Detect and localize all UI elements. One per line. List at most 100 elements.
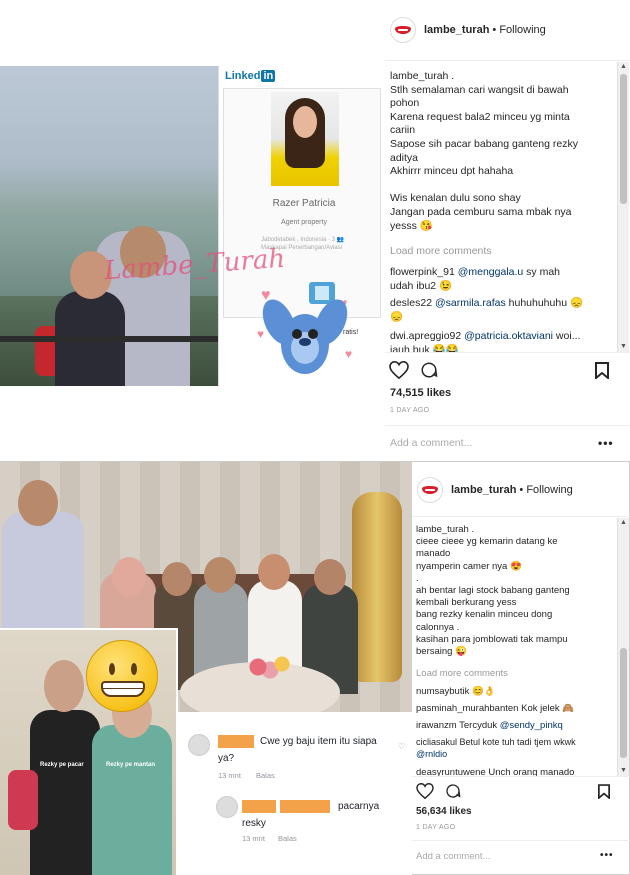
post-2-actions	[416, 783, 462, 799]
comment-bubble-icon[interactable]	[419, 361, 439, 379]
linkedin-profile-screenshot: Linked in Razer Patricia Agent property J…	[218, 66, 388, 386]
actions-divider	[412, 776, 630, 777]
comment-mention[interactable]: @patricia.oktaviani	[464, 330, 553, 342]
actions-divider	[385, 352, 630, 353]
svg-text:ratis!: ratis!	[343, 329, 358, 336]
post-1-header: lambe_turah • Following	[390, 17, 546, 43]
comment-user[interactable]: dwi.apreggio92	[390, 330, 461, 342]
stitch-sticker-icon: ♥ ♥ ♥ ♥ ratis!	[257, 282, 358, 374]
grinning-emoji-sticker	[86, 640, 158, 712]
post-1-username[interactable]: lambe_turah	[424, 24, 489, 36]
railing	[0, 336, 218, 342]
comment-user[interactable]: irawanzm	[416, 720, 457, 731]
fb-comment-1-text: Cwe yg baju item itu siapa	[260, 736, 377, 747]
comment-item: desles22 @sarmila.rafas huhuhuhuhu 😞 😞	[390, 297, 584, 323]
comment-item: irawanzm Tercyduk @sendy_pinkq	[416, 720, 563, 731]
person-head	[112, 557, 146, 597]
comment-user[interactable]: cicliasakul	[416, 737, 457, 747]
svg-text:♥: ♥	[257, 327, 264, 341]
photo-tag: Rezky pe pacar	[40, 762, 84, 768]
blurred-name	[280, 800, 330, 813]
scroll-up-icon[interactable]: ▲	[618, 62, 629, 72]
post-1-date: 1 DAY AGO	[390, 407, 430, 414]
post-2-username[interactable]: lambe_turah	[451, 484, 516, 496]
more-options-icon[interactable]: •••	[598, 436, 614, 450]
comment-item: cicliasakul Betul kote tuh tadi tjem wkw…	[416, 737, 576, 760]
comments-scrollbar[interactable]: ▲ ▼	[617, 518, 629, 776]
blurred-name	[218, 735, 254, 748]
comment-item: deasyruntuwene Unch orang manado	[416, 767, 575, 778]
comment-user[interactable]: flowerpink_91	[390, 266, 455, 278]
scroll-thumb[interactable]	[620, 74, 627, 204]
svg-text:♥: ♥	[345, 347, 352, 361]
fb-comment-1-reply[interactable]: Balas	[256, 771, 275, 780]
blurred-name	[242, 800, 276, 813]
post-2-following[interactable]: • Following	[519, 484, 572, 496]
load-more-comments[interactable]: Load more comments	[390, 245, 492, 257]
linkedin-logo: Linked in	[225, 70, 276, 82]
add-comment-divider	[412, 840, 630, 841]
comment-mention[interactable]: @rnldio	[416, 748, 576, 760]
comment-user[interactable]: desles22	[390, 297, 432, 309]
comment-bubble-icon[interactable]	[444, 783, 462, 799]
fb-comment-2-cont: resky	[242, 818, 266, 829]
comment-mention[interactable]: @menggala.u	[458, 266, 524, 278]
bookmark-icon[interactable]	[598, 784, 610, 799]
add-comment-divider	[385, 425, 630, 426]
vase	[352, 492, 402, 682]
lips-avatar-icon[interactable]	[417, 477, 443, 503]
post-1-actions	[389, 361, 439, 379]
header-divider	[385, 60, 630, 61]
post-2-caption: lambe_turah . cieee cieee yg kemarin dat…	[416, 524, 570, 658]
girl-head	[44, 660, 84, 712]
photo-tag: Rezky pe mantan	[106, 762, 156, 768]
post-1-likes[interactable]: 74,515 likes	[390, 387, 451, 399]
post-2-add-comment[interactable]: Add a comment...	[416, 851, 490, 862]
fb-comment-2-text: pacarnya	[338, 801, 380, 812]
person-head	[162, 562, 192, 596]
bookmark-icon[interactable]	[595, 362, 609, 379]
heart-icon[interactable]	[389, 361, 409, 379]
small-heart-icon[interactable]: ♡	[398, 742, 405, 751]
person-head	[314, 559, 346, 595]
linkedin-title: Agent property	[281, 219, 327, 226]
header-divider	[412, 516, 630, 517]
load-more-comments[interactable]: Load more comments	[416, 668, 508, 679]
more-options-icon[interactable]: •••	[600, 850, 614, 861]
flower-bouquet	[240, 652, 300, 682]
person-head	[258, 554, 290, 590]
scroll-thumb[interactable]	[620, 648, 627, 758]
post-2-date: 1 DAY AGO	[416, 824, 456, 831]
comment-user[interactable]: numsaybutik	[416, 686, 469, 697]
linkedin-profile-photo	[271, 92, 339, 186]
post-2-header: lambe_turah • Following	[417, 477, 573, 503]
fb-comment-2-reply[interactable]: Balas	[278, 834, 297, 843]
post-1-photo-couple[interactable]	[0, 66, 218, 386]
post-1-add-comment[interactable]: Add a comment...	[390, 437, 472, 449]
fb-avatar	[188, 734, 210, 756]
comment-mention[interactable]: @sarmila.rafas	[435, 297, 506, 309]
comment-mention[interactable]: @sendy_pinkq	[500, 720, 563, 731]
person-head	[204, 557, 236, 593]
comment-user[interactable]: pasminah_murahbanten	[416, 703, 518, 714]
comment-item: flowerpink_91 @menggala.u sy mah udah ib…	[390, 266, 561, 292]
fb-comments-screenshot: Cwe yg baju item itu siapa ya? 13 mnt Ba…	[178, 712, 412, 875]
linkedin-name: Razer Patricia	[272, 198, 336, 209]
lips-avatar-icon[interactable]	[390, 17, 416, 43]
fb-comment-1-cont: ya?	[218, 753, 235, 764]
scroll-down-icon[interactable]: ▼	[618, 766, 629, 776]
post-2-likes[interactable]: 56,634 likes	[416, 806, 472, 817]
scroll-down-icon[interactable]: ▼	[618, 342, 629, 352]
fb-comment-1-time: 13 mnt	[218, 771, 241, 780]
girl-green	[92, 725, 172, 875]
heart-icon[interactable]	[416, 783, 434, 799]
post-1: Linked in Razer Patricia Agent property J…	[0, 0, 630, 462]
girl-black	[30, 710, 100, 875]
fb-avatar	[216, 796, 238, 818]
person-head	[18, 480, 58, 526]
post-1-following[interactable]: • Following	[492, 24, 545, 36]
comment-item: numsaybutik 😊👌	[416, 686, 496, 697]
scroll-up-icon[interactable]: ▲	[618, 518, 629, 528]
post-1-caption: lambe_turah . Stlh semalaman cari wangsi…	[390, 70, 578, 232]
comments-scrollbar[interactable]: ▲ ▼	[617, 62, 629, 352]
